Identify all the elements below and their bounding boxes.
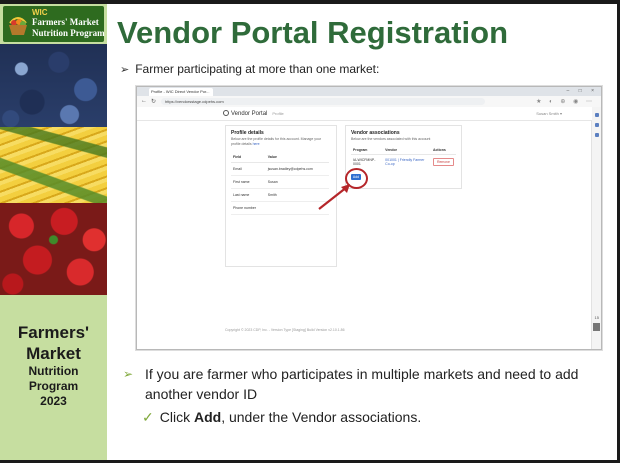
breadcrumb-profile[interactable]: Profile xyxy=(272,111,283,116)
logo-line-1: Farmers' Market xyxy=(32,17,99,27)
side-panel-icon[interactable] xyxy=(594,133,599,137)
field-label: Last name xyxy=(231,188,266,202)
logo-wic-text: WIC xyxy=(32,8,48,17)
bullet-farmer-multiple-markets: ➢ Farmer participating at more than one m… xyxy=(120,62,379,76)
app-footer: Copyright © 2023 CDP, Inc. - Version Typ… xyxy=(225,328,345,332)
vendor-table: Program Vendor Actions IA-WICFMNP-0001 0… xyxy=(351,146,456,169)
program-title-line-2: Market xyxy=(26,344,81,363)
program-title-line-4: Program xyxy=(28,379,79,393)
arrow-bullet-icon: ➢ xyxy=(120,64,130,76)
user-menu[interactable]: Susan Smith ▾ xyxy=(536,111,562,116)
profile-desc-text: Below are the profile details for this a… xyxy=(231,137,322,146)
side-panel-icon[interactable] xyxy=(594,123,599,127)
corn-leaf-overlay xyxy=(0,127,107,203)
gear-icon xyxy=(223,110,229,116)
browser-side-panel xyxy=(591,107,601,349)
logo-line-2: Nutrition Program xyxy=(32,28,105,38)
fmnp-logo: WIC Farmers' Market Nutrition Program xyxy=(3,6,105,42)
red-arrow-icon xyxy=(318,184,350,210)
vendor-card-title: Vendor associations xyxy=(351,130,400,136)
corner-number: 15 xyxy=(594,315,599,320)
slide-title: Vendor Portal Registration xyxy=(117,15,509,50)
bullet-1-text: Farmer participating at more than one ma… xyxy=(135,62,380,76)
window-controls[interactable]: – □ × xyxy=(567,88,599,94)
reload-icon[interactable]: ↻ xyxy=(151,98,156,105)
slide-sidebar: WIC Farmers' Market Nutrition Program Fa… xyxy=(0,4,107,460)
arrow-bullet-icon: ➢ xyxy=(123,367,134,381)
column-header: Field xyxy=(231,152,266,163)
table-row: Last name Smith xyxy=(231,188,329,202)
app-header: Vendor Portal Profile Susan Smith ▾ xyxy=(137,107,592,121)
extension-icons[interactable]: ★ ◐ ⊕ ◉ ⋯ xyxy=(536,98,595,105)
program-title-line-3: Nutrition xyxy=(28,364,79,378)
column-header: Vendor xyxy=(383,146,431,155)
bullet-multiple-markets: ➢ If you are farmer who participates in … xyxy=(123,364,603,404)
field-label: Email xyxy=(231,162,266,176)
strawberries-image xyxy=(0,203,107,295)
produce-basket-icon xyxy=(9,17,27,35)
table-row: IA-WICFMNP-0001 001001 | Friendly Farmer… xyxy=(351,155,456,170)
remove-button[interactable]: Remove xyxy=(432,158,454,166)
program-title-line-1: Farmers' xyxy=(17,323,90,342)
profile-card-description: Below are the profile details for this a… xyxy=(231,137,331,147)
brand-name: Vendor Portal xyxy=(231,111,268,117)
manage-profile-link[interactable]: here xyxy=(253,142,260,146)
side-panel-icon[interactable] xyxy=(594,113,599,117)
bullet-click-add: ✓ Click Add, under the Vendor association… xyxy=(142,409,421,426)
bullet-2-text: If you are farmer who participates in mu… xyxy=(145,366,579,402)
browser-tab-bar: Profile - WIC Direct Vendor Por... – □ × xyxy=(137,87,601,96)
program-title: Farmers' Market Nutrition Program 2023 xyxy=(0,322,107,409)
bullet-3-pre: Click xyxy=(159,409,194,425)
url-field[interactable]: https://vendorsstage.cdpehs.com xyxy=(161,98,485,105)
settings-corner-icon[interactable] xyxy=(593,323,600,331)
column-header: Actions xyxy=(430,146,456,155)
checkmark-icon: ✓ xyxy=(142,409,154,425)
bullet-3-bold: Add xyxy=(193,409,222,425)
program-id: IA-WICFMNP-0001 xyxy=(353,158,376,166)
app-brand[interactable]: Vendor Portal Profile xyxy=(223,110,284,117)
blueberries-image xyxy=(0,44,107,127)
table-row: Email jsusan.bradley@cdpehs.com xyxy=(231,162,329,176)
field-value: jsusan.bradley@cdpehs.com xyxy=(265,162,329,176)
column-header: Value xyxy=(265,152,329,163)
vendor-card-description: Below are the vendors associated with th… xyxy=(351,137,431,141)
bullet-3-post: , under the Vendor associations. xyxy=(221,409,422,425)
back-icon[interactable]: ← xyxy=(141,98,147,104)
profile-card-title: Profile details xyxy=(231,130,264,136)
browser-tab[interactable]: Profile - WIC Direct Vendor Por... xyxy=(149,88,213,96)
profile-table: Field Value Email jsusan.bradley@cdpehs.… xyxy=(231,152,329,215)
program-title-year: 2023 xyxy=(40,394,67,408)
table-row: First name Susan xyxy=(231,175,329,189)
column-header: Program xyxy=(351,146,384,155)
field-label: Phone number xyxy=(231,201,266,215)
table-row: Phone number xyxy=(231,201,329,215)
vendor-link[interactable]: 001001 | Friendly Farmer Co-op xyxy=(383,155,431,170)
vendor-portal-screenshot: Profile - WIC Direct Vendor Por... – □ ×… xyxy=(136,86,602,350)
field-label: First name xyxy=(231,175,266,189)
